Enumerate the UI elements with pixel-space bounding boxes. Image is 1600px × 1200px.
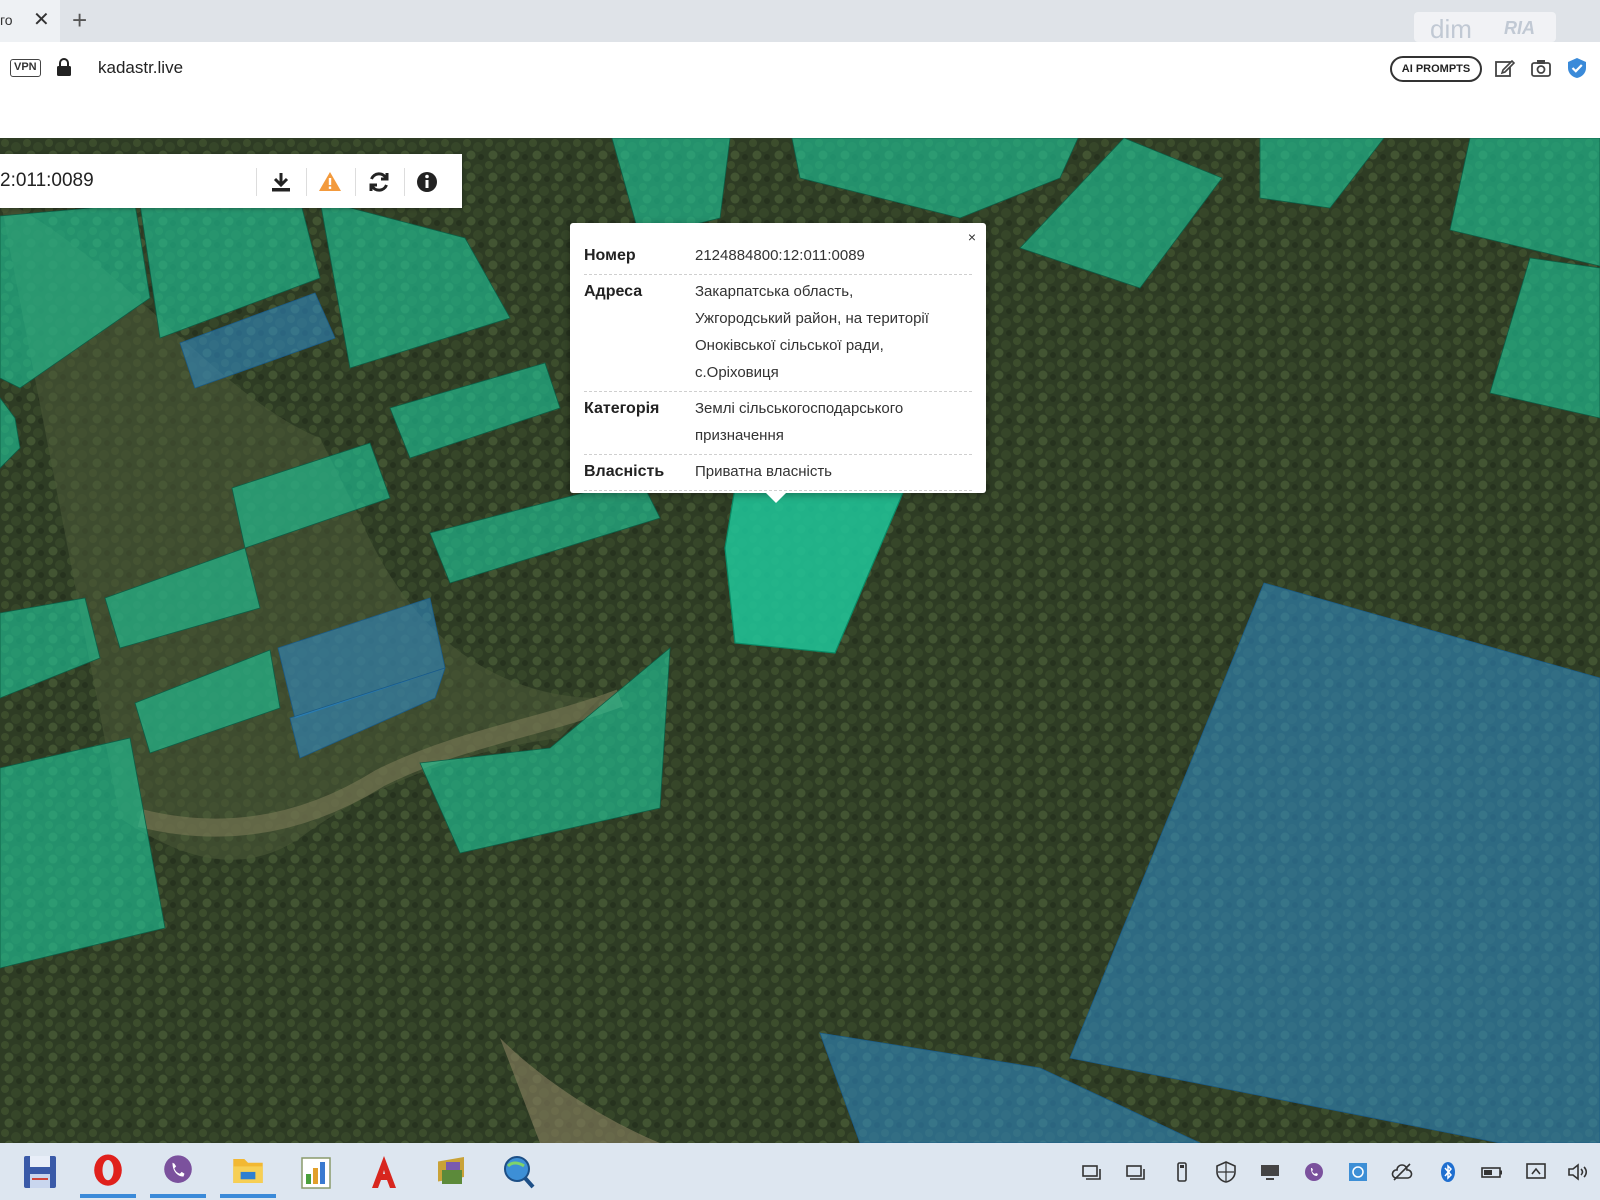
row-label: Адреса (584, 283, 643, 300)
value-line: Ужгородський район, на території (695, 310, 929, 327)
divider (256, 168, 257, 196)
watermark: dim RIA (1414, 12, 1556, 44)
tab-strip: го ✕ + dim RIA (0, 0, 1600, 44)
download-icon[interactable] (268, 169, 294, 195)
row-value[interactable]: 2124884800:12:011:0089 (695, 242, 865, 269)
row-label: Номер (584, 247, 636, 264)
row-value: Приватна власність (695, 458, 832, 485)
save-icon[interactable] (12, 1148, 68, 1198)
row-label: Категорія (584, 400, 660, 417)
display-icon[interactable] (1258, 1160, 1282, 1184)
network-icon[interactable] (1124, 1160, 1148, 1184)
cadastral-search-input[interactable] (0, 154, 250, 208)
search-panel (0, 154, 462, 208)
row-value: Землі сільськогосподарського призначення (695, 395, 903, 449)
ai-prompts-button[interactable]: AI PROMPTS (1390, 56, 1482, 82)
tab-close-icon[interactable]: ✕ (33, 8, 50, 32)
row-value: Закарпатська область, Ужгородський район… (695, 278, 929, 386)
popup-pointer (764, 491, 788, 503)
shield-check-icon[interactable] (1566, 57, 1588, 79)
refresh-icon[interactable] (366, 169, 392, 195)
shield-icon[interactable] (1214, 1160, 1238, 1184)
divider (355, 168, 356, 196)
acrobat-icon[interactable] (356, 1148, 412, 1198)
battery-icon[interactable] (1480, 1160, 1504, 1184)
popup-row-ownership: Власність Приватна власність (584, 455, 972, 491)
viber-icon[interactable] (150, 1148, 206, 1198)
value-line: Землі сільськогосподарського (695, 400, 904, 417)
monitor-icon[interactable] (1524, 1160, 1548, 1184)
vpn-badge[interactable]: VPN (10, 59, 41, 77)
row-label: Власність (584, 463, 665, 480)
url-field[interactable]: kadastr.live (98, 58, 183, 78)
opera-icon[interactable] (80, 1148, 136, 1198)
globe-icon[interactable] (1346, 1160, 1370, 1184)
viber-icon[interactable] (1302, 1160, 1326, 1184)
tab-title: го (0, 12, 13, 28)
lock-icon (57, 58, 71, 76)
value-line: Закарпатська область, (695, 283, 854, 300)
value-line: 2124884800:12:011:0089 (695, 247, 865, 264)
volume-icon[interactable] (1566, 1160, 1590, 1184)
folder-icon[interactable] (220, 1148, 276, 1198)
value-line: с.Оріховиця (695, 364, 779, 381)
divider (404, 168, 405, 196)
popup-close-icon[interactable]: × (968, 229, 976, 245)
watermark-ria: RIA (1504, 18, 1535, 38)
taskbar (0, 1143, 1600, 1200)
archive-icon[interactable] (424, 1148, 480, 1198)
new-tab-icon[interactable]: + (72, 6, 87, 34)
watermark-dim: dim (1430, 14, 1472, 44)
popup-row-address: Адреса Закарпатська область, Ужгородськи… (584, 275, 972, 392)
divider (306, 168, 307, 196)
popup-row-number: Номер 2124884800:12:011:0089 (584, 239, 972, 275)
info-icon[interactable] (414, 169, 440, 195)
value-line: Оноківської сільської ради, (695, 337, 884, 354)
edit-icon[interactable] (1494, 57, 1516, 79)
browser-tab[interactable]: го ✕ (0, 0, 60, 42)
popup-row-category: Категорія Землі сільськогосподарського п… (584, 392, 972, 455)
search-globe-icon[interactable] (492, 1148, 548, 1198)
chart-icon[interactable] (288, 1148, 344, 1198)
value-line: призначення (695, 427, 784, 444)
network-icon[interactable] (1080, 1160, 1104, 1184)
usb-icon[interactable] (1170, 1160, 1194, 1184)
value-line: Приватна власність (695, 463, 832, 480)
bluetooth-icon[interactable] (1436, 1160, 1460, 1184)
camera-icon[interactable] (1530, 57, 1552, 79)
cloud-icon[interactable] (1390, 1160, 1414, 1184)
parcel-info-popup: × Номер 2124884800:12:011:0089 Адреса За… (570, 223, 986, 503)
address-bar: VPN kadastr.live AI PROMPTS (0, 42, 1600, 138)
warning-icon[interactable] (317, 169, 343, 195)
